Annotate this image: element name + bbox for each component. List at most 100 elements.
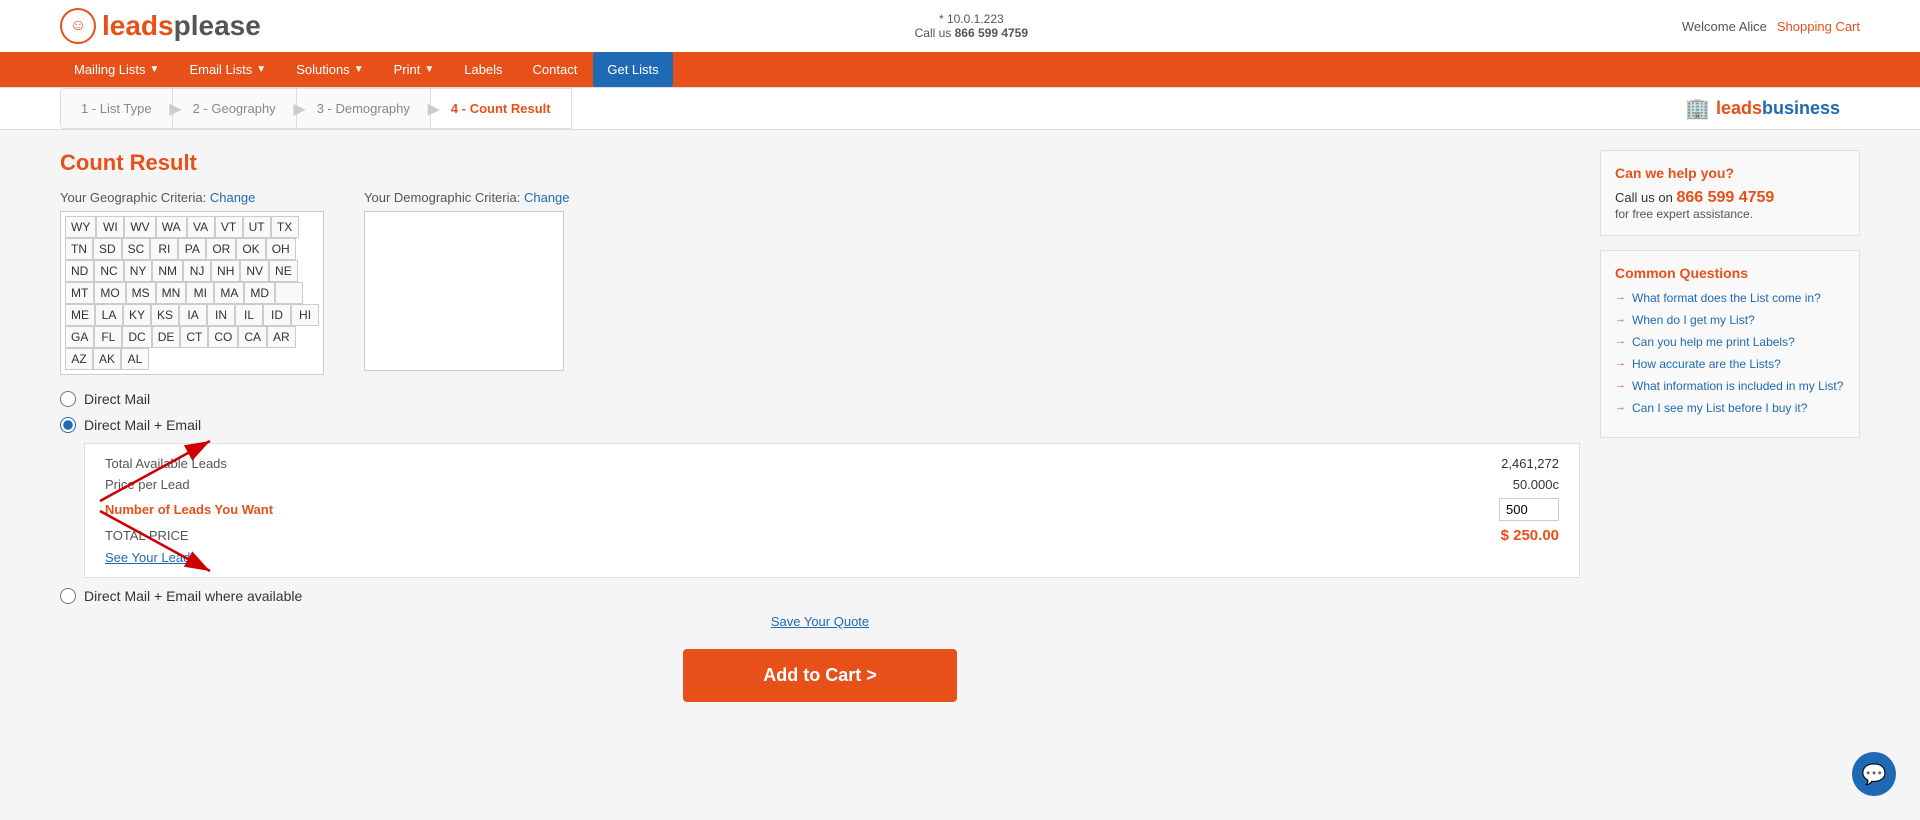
states-row: MT MO MS MN MI MA MD <box>65 282 319 304</box>
states-row: WY WI WV WA VA VT UT TX <box>65 216 319 238</box>
direct-mail-email-label: Direct Mail + Email <box>84 417 201 433</box>
header-right: Welcome Alice Shopping Cart <box>1682 19 1860 34</box>
header: ☺ leadsplease * 10.0.1.223 Call us 866 5… <box>0 0 1920 88</box>
state-NY: NY <box>124 260 153 282</box>
chevron-down-icon: ▼ <box>354 64 364 75</box>
state-WI: WI <box>96 216 124 238</box>
state-MD: MD <box>244 282 275 304</box>
header-center: * 10.0.1.223 Call us 866 599 4759 <box>915 12 1028 40</box>
total-available-value: 2,461,272 <box>1501 456 1559 471</box>
states-row: GA FL DC DE CT CO CA AR <box>65 326 319 348</box>
states-grid: WY WI WV WA VA VT UT TX TN SD SC RI <box>60 211 324 375</box>
breadcrumb-step-4[interactable]: 4 - Count Result <box>431 88 572 129</box>
arrow-icon: → <box>1615 313 1626 325</box>
state-ND: ND <box>65 260 94 282</box>
help-box: Can we help you? Call us on 866 599 4759… <box>1600 150 1860 236</box>
question-4[interactable]: → How accurate are the Lists? <box>1615 357 1845 371</box>
logo[interactable]: ☺ leadsplease <box>60 8 261 44</box>
state-NE: NE <box>269 260 298 282</box>
arrow-icon: → <box>1615 291 1626 303</box>
state-MA: MA <box>214 282 244 304</box>
geo-change-link[interactable]: Change <box>210 190 256 205</box>
building-icon: 🏢 <box>1685 96 1710 121</box>
direct-mail-email-radio[interactable] <box>60 417 76 433</box>
question-6[interactable]: → Can I see my List before I buy it? <box>1615 401 1845 415</box>
question-1[interactable]: → What format does the List come in? <box>1615 291 1845 305</box>
save-quote-link[interactable]: Save Your Quote <box>771 614 869 629</box>
state-ID: ID <box>263 304 291 326</box>
see-leads-link[interactable]: See Your Leads <box>105 550 197 565</box>
state-AK: AK <box>93 348 121 370</box>
nav-solutions[interactable]: Solutions ▼ <box>282 52 377 87</box>
state-TN: TN <box>65 238 93 260</box>
state-OR: OR <box>206 238 236 260</box>
add-to-cart-button[interactable]: Add to Cart > <box>683 649 957 702</box>
header-phone: 866 599 4759 <box>955 26 1028 40</box>
direct-mail-radio[interactable] <box>60 391 76 407</box>
help-call-label: Call us on <box>1615 190 1673 205</box>
direct-mail-email-option: Direct Mail + Email <box>60 417 1580 433</box>
num-leads-row: Number of Leads You Want <box>105 498 1559 521</box>
nav-email-lists[interactable]: Email Lists ▼ <box>175 52 280 87</box>
nav-mailing-lists[interactable]: Mailing Lists ▼ <box>60 52 173 87</box>
nav-bar: Mailing Lists ▼ Email Lists ▼ Solutions … <box>0 52 1920 87</box>
arrow-icon: → <box>1615 357 1626 369</box>
state-WY: WY <box>65 216 96 238</box>
state-KY: KY <box>123 304 151 326</box>
price-per-lead-value: 50.000c <box>1513 477 1559 492</box>
arrow-icon: → <box>1615 401 1626 413</box>
add-to-cart-section: Add to Cart > <box>60 649 1580 702</box>
state-HI: HI <box>291 304 319 326</box>
question-5[interactable]: → What information is included in my Lis… <box>1615 379 1845 393</box>
question-3[interactable]: → Can you help me print Labels? <box>1615 335 1845 349</box>
nav-contact[interactable]: Contact <box>519 52 592 87</box>
breadcrumb-bar: 1 - List Type 2 - Geography 3 - Demograp… <box>0 88 1920 130</box>
demo-change-link[interactable]: Change <box>524 190 570 205</box>
total-price-value: $ 250.00 <box>1501 527 1559 544</box>
state-VT: VT <box>215 216 243 238</box>
welcome-text: Welcome Alice <box>1682 19 1767 34</box>
demo-criteria: Your Demographic Criteria: Change <box>364 190 569 375</box>
nav-get-lists[interactable]: Get Lists <box>593 52 672 87</box>
state-MS: MS <box>126 282 156 304</box>
nav-print[interactable]: Print ▼ <box>380 52 449 87</box>
state-NM: NM <box>152 260 183 282</box>
breadcrumb-step-3[interactable]: 3 - Demography <box>297 88 431 129</box>
breadcrumb-brand-logo: 🏢 leadsbusiness <box>1665 88 1860 129</box>
help-title: Can we help you? <box>1615 165 1845 181</box>
total-available-label: Total Available Leads <box>105 456 227 471</box>
chat-bubble-button[interactable]: 💬 <box>1852 752 1896 796</box>
save-quote-section: Save Your Quote <box>60 614 1580 629</box>
help-phone: 866 599 4759 <box>1676 189 1774 206</box>
state-AZ: AZ <box>65 348 93 370</box>
state-LA: LA <box>95 304 123 326</box>
state-WA: WA <box>156 216 187 238</box>
breadcrumb-step-1[interactable]: 1 - List Type <box>60 88 173 129</box>
main-content: Count Result Your Geographic Criteria: C… <box>0 130 1920 722</box>
chevron-down-icon: ▼ <box>150 64 160 75</box>
page-title: Count Result <box>60 150 1580 176</box>
arrow-icon: → <box>1615 335 1626 347</box>
state-DE: DE <box>152 326 181 348</box>
state-ME: ME <box>65 304 95 326</box>
questions-title: Common Questions <box>1615 265 1845 281</box>
state-PA: PA <box>178 238 206 260</box>
state-MI: MI <box>186 282 214 304</box>
nav-labels[interactable]: Labels <box>450 52 516 87</box>
logo-text: leadsplease <box>102 10 261 42</box>
shopping-cart-link[interactable]: Shopping Cart <box>1777 19 1860 34</box>
num-leads-input[interactable] <box>1499 498 1559 521</box>
chevron-down-icon: ▼ <box>256 64 266 75</box>
state-AR: AR <box>267 326 296 348</box>
breadcrumb-step-2[interactable]: 2 - Geography <box>173 88 297 129</box>
state-OK: OK <box>236 238 265 260</box>
state-CT: CT <box>180 326 208 348</box>
geo-criteria-label: Your Geographic Criteria: Change <box>60 190 324 205</box>
state-OH: OH <box>266 238 296 260</box>
question-2[interactable]: → When do I get my List? <box>1615 313 1845 327</box>
states-row: ME LA KY KS IA IN IL ID HI <box>65 304 319 326</box>
direct-mail-email-where-radio[interactable] <box>60 588 76 604</box>
state-DC: DC <box>122 326 151 348</box>
total-price-row: TOTAL PRICE $ 250.00 <box>105 527 1559 544</box>
demographic-criteria-box <box>364 211 564 371</box>
